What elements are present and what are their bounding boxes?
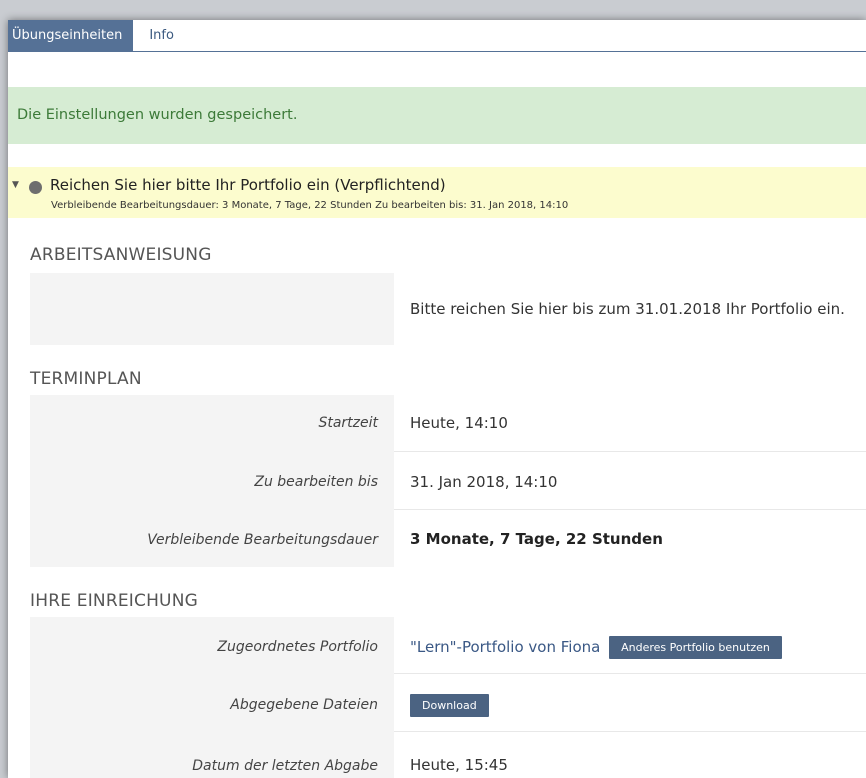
- value-datum-letzte-abgabe: Heute, 15:45: [410, 756, 508, 774]
- value-zu-bearbeiten-bis: 31. Jan 2018, 14:10: [410, 473, 558, 491]
- assignment-header[interactable]: ▼ Reichen Sie hier bitte Ihr Portfolio e…: [8, 167, 866, 218]
- tab-info[interactable]: Info: [133, 20, 184, 51]
- value-startzeit: Heute, 14:10: [410, 414, 508, 432]
- row-divider: [394, 451, 866, 452]
- tab-uebungseinheiten[interactable]: Übungseinheiten: [8, 20, 134, 51]
- value-verbleibende-dauer: 3 Monate, 7 Tage, 22 Stunden: [410, 530, 663, 548]
- assignment-meta: Verbleibende Bearbeitungsdauer: 3 Monate…: [51, 200, 569, 211]
- portfolio-link[interactable]: "Lern"-Portfolio von Fiona: [410, 638, 600, 656]
- arbeitsanweisung-label-cell: [30, 273, 394, 345]
- row-divider: [394, 673, 866, 674]
- label-startzeit: Startzeit: [318, 415, 378, 431]
- files-row: Download: [410, 694, 489, 717]
- row-divider: [394, 509, 866, 510]
- label-abgegebene-dateien: Abgegebene Dateien: [230, 697, 378, 713]
- section-title-terminplan: TERMINPLAN: [30, 369, 142, 389]
- collapse-triangle-icon[interactable]: ▼: [12, 180, 19, 190]
- arbeitsanweisung-text: Bitte reichen Sie hier bis zum 31.01.201…: [410, 300, 845, 318]
- status-dot-icon: [29, 181, 42, 194]
- label-datum-letzte-abgabe: Datum der letzten Abgabe: [192, 758, 378, 774]
- download-button[interactable]: Download: [410, 694, 489, 717]
- row-divider: [394, 731, 866, 732]
- label-zu-bearbeiten-bis: Zu bearbeiten bis: [254, 474, 378, 490]
- label-zugeordnetes-portfolio: Zugeordnetes Portfolio: [217, 639, 378, 655]
- app-window: Übungseinheiten Info Die Einstellungen w…: [8, 20, 866, 778]
- section-title-einreichung: IHRE EINREICHUNG: [30, 591, 198, 611]
- portfolio-row: "Lern"-Portfolio von Fiona Anderes Portf…: [410, 636, 782, 659]
- assignment-title[interactable]: Reichen Sie hier bitte Ihr Portfolio ein…: [50, 176, 446, 194]
- tab-bar: Übungseinheiten Info: [8, 20, 866, 52]
- success-message: Die Einstellungen wurden gespeichert.: [8, 87, 866, 144]
- anderes-portfolio-button[interactable]: Anderes Portfolio benutzen: [609, 636, 782, 659]
- section-title-arbeitsanweisung: ARBEITSANWEISUNG: [30, 245, 212, 265]
- label-verbleibende-dauer: Verbleibende Bearbeitungsdauer: [147, 532, 378, 548]
